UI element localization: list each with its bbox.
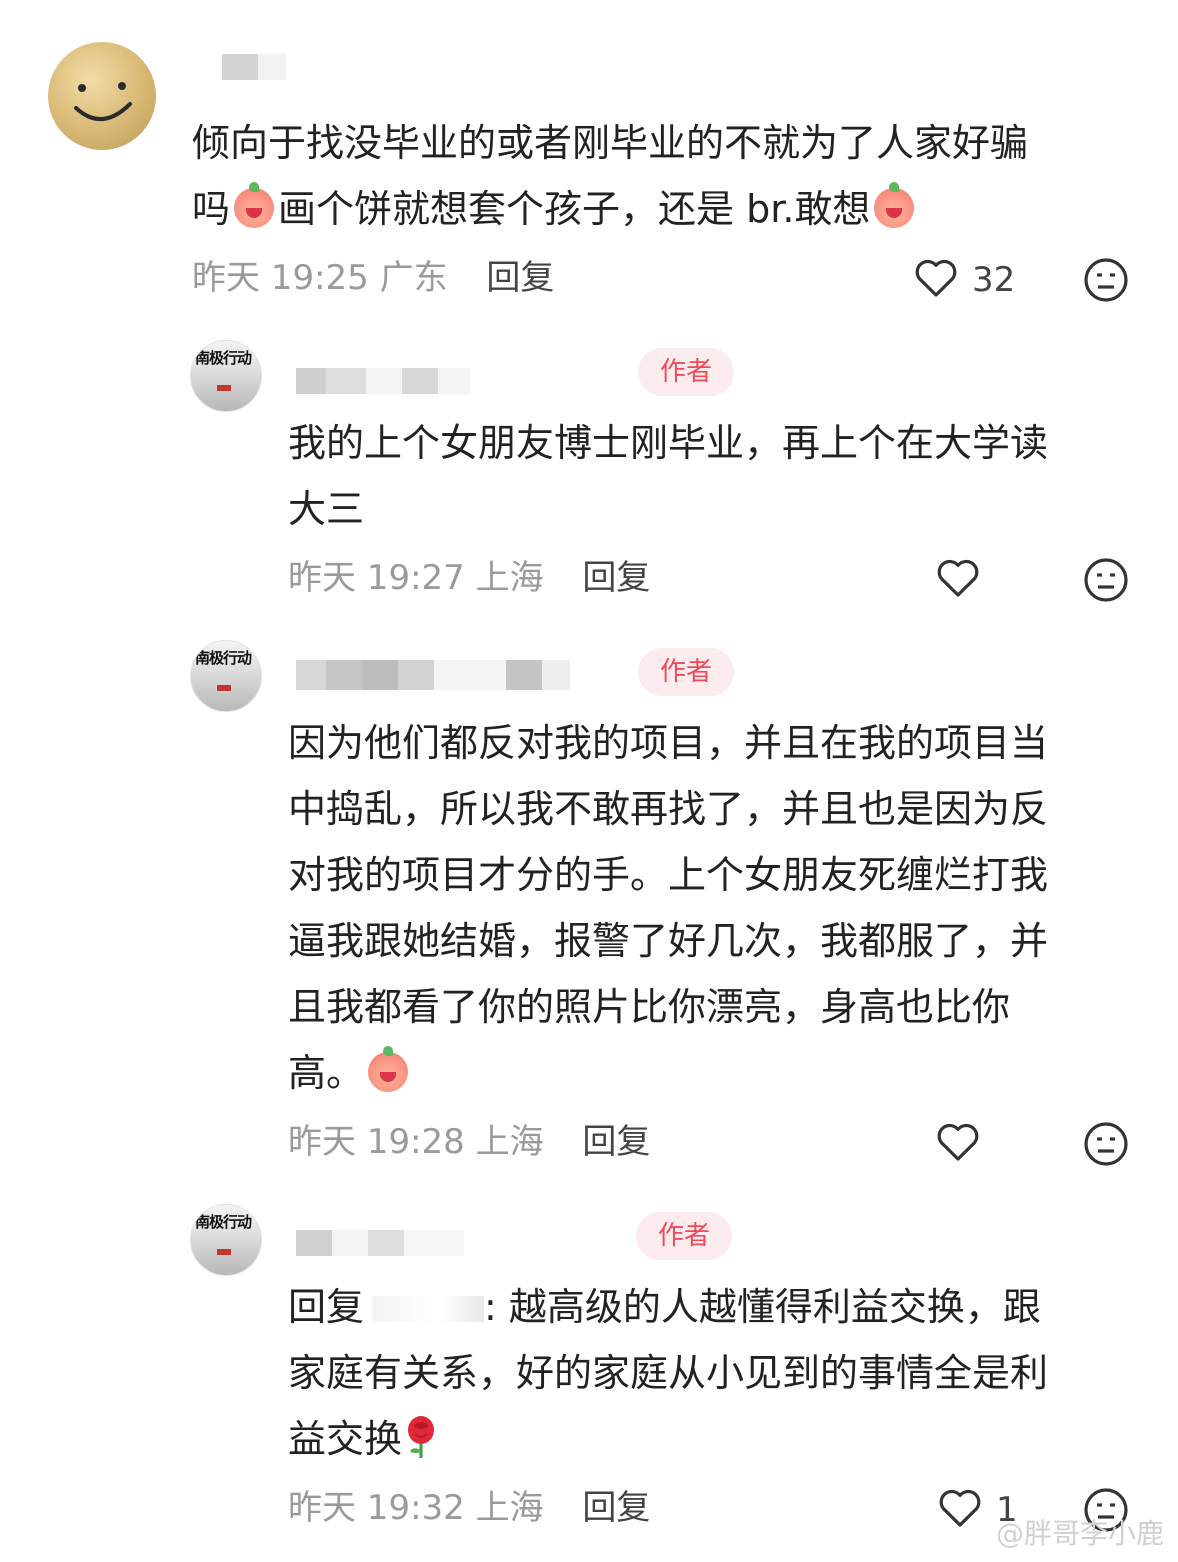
comment-fragment: 画个饼就想套个孩子，还是 br.敢想: [278, 187, 871, 231]
dislike-face-icon: [1084, 558, 1128, 602]
laughing-emoji-icon: [234, 182, 275, 228]
author-badge: 作者: [638, 648, 734, 696]
comment-fragment: 高。: [288, 1051, 365, 1095]
comment-line: 我的上个女朋友博士刚毕业，再上个在大学读: [288, 421, 1049, 465]
username-blurred[interactable]: [222, 54, 286, 80]
dislike-button[interactable]: [1082, 1120, 1130, 1168]
location: 上海: [475, 558, 544, 598]
comment-text: 因为他们都反对我的项目，并且在我的项目当 中捣乱，所以我不敢再找了，并且也是因为…: [288, 710, 1148, 1106]
comment-line: 吗 画个饼就想套个孩子，还是 br.敢想: [192, 176, 1152, 242]
comment-line: 且我都看了你的照片比你漂亮，身高也比你: [288, 985, 1011, 1029]
rose-emoji-icon: [402, 1414, 440, 1460]
like-button[interactable]: [934, 1118, 982, 1166]
comment-meta: 昨天 19:28 上海 回复: [288, 1122, 650, 1162]
avatar-label: 南极行动: [195, 1213, 252, 1231]
comment-line: 中捣乱，所以我不敢再找了，并且也是因为反: [288, 787, 1049, 831]
comment-text: 我的上个女朋友博士刚毕业，再上个在大学读 大三: [288, 410, 1148, 542]
reply-button[interactable]: 回复: [582, 558, 650, 598]
comment-line: 逼我跟她结婚，报警了好几次，我都服了，并: [288, 919, 1049, 963]
like-count: 32: [972, 260, 1016, 300]
comment-fragment: : 越高级的人越懂得利益交换，跟: [484, 1285, 1041, 1329]
heart-icon: [939, 1489, 981, 1527]
comment-text: 倾向于找没毕业的或者刚毕业的不就为了人家好骗 吗 画个饼就想套个孩子，还是 br.…: [192, 110, 1152, 242]
location: 广东: [379, 258, 448, 298]
laughing-emoji-icon: [874, 182, 915, 228]
comment-meta: 昨天 19:25 广东 回复: [192, 258, 554, 298]
like-button[interactable]: [934, 554, 982, 602]
comment-fragment: 吗: [192, 187, 231, 231]
dislike-face-icon: [1084, 258, 1128, 302]
dislike-button[interactable]: [1082, 556, 1130, 604]
comment-fragment: 益交换: [288, 1417, 403, 1461]
comment-line: 益交换: [288, 1406, 1148, 1472]
mention-blurred[interactable]: [372, 1296, 485, 1322]
watermark: @胖哥李小鹿: [995, 1517, 1164, 1550]
heart-icon: [915, 259, 957, 297]
author-avatar[interactable]: 南极行动: [190, 1204, 262, 1276]
reply-prefix: 回复: [288, 1285, 365, 1329]
reply-button[interactable]: 回复: [582, 1488, 650, 1528]
author-badge: 作者: [636, 1212, 732, 1260]
author-avatar[interactable]: 南极行动: [190, 340, 262, 412]
comment-line: 大三: [288, 487, 365, 531]
comment-text: 回复: 越高级的人越懂得利益交换，跟 家庭有关系，好的家庭从小见到的事情全是利 …: [288, 1274, 1148, 1472]
heart-icon: [937, 559, 979, 597]
avatar-label: 南极行动: [195, 349, 252, 367]
timestamp: 昨天 19:28: [288, 1122, 465, 1162]
comment-meta: 昨天 19:32 上海 回复: [288, 1488, 650, 1528]
comment-line: 回复 : 越高级的人越懂得利益交换，跟: [288, 1274, 1148, 1340]
author-avatar[interactable]: 南极行动: [190, 640, 262, 712]
username-blurred[interactable]: [296, 1230, 464, 1256]
comment-line: 倾向于找没毕业的或者刚毕业的不就为了人家好骗: [192, 121, 1029, 165]
crying-emoji-icon: [368, 1046, 409, 1092]
username-blurred[interactable]: [296, 660, 570, 690]
timestamp: 昨天 19:32: [288, 1488, 465, 1528]
like-button[interactable]: [912, 254, 960, 302]
avatar-label: 南极行动: [195, 649, 252, 667]
location: 上海: [475, 1122, 544, 1162]
username-blurred[interactable]: [296, 368, 470, 394]
timestamp: 昨天 19:27: [288, 558, 465, 598]
reply-button[interactable]: 回复: [582, 1122, 650, 1162]
location: 上海: [475, 1488, 544, 1528]
heart-icon: [937, 1123, 979, 1161]
dislike-button[interactable]: [1082, 256, 1130, 304]
dislike-face-icon: [1084, 1122, 1128, 1166]
timestamp: 昨天 19:25: [192, 258, 369, 298]
comment-line: 对我的项目才分的手。上个女朋友死缠烂打我: [288, 853, 1049, 897]
author-badge: 作者: [638, 348, 734, 396]
reply-button[interactable]: 回复: [486, 258, 554, 298]
comment-line: 家庭有关系，好的家庭从小见到的事情全是利: [288, 1351, 1049, 1395]
like-button[interactable]: [936, 1484, 984, 1532]
comment-line: 因为他们都反对我的项目，并且在我的项目当: [288, 721, 1049, 765]
comment-line: 高。: [288, 1040, 1148, 1106]
comment-meta: 昨天 19:27 上海 回复: [288, 558, 650, 598]
user-avatar[interactable]: [48, 42, 156, 150]
